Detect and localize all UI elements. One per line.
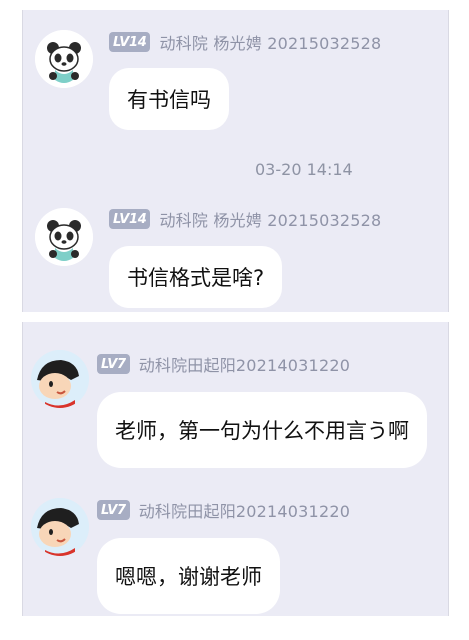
timestamp: 03-20 14:14 [255,160,353,179]
cartoon-boy-avatar[interactable] [31,498,89,556]
message-bubble[interactable]: 老师，第一句为什么不用言う啊 [97,392,427,468]
level-badge: LV14 [109,209,151,229]
panda-avatar[interactable] [35,30,93,88]
message-meta: LV7 动科院田起阳20214031220 [97,352,350,376]
message-bubble[interactable]: 书信格式是啥? [109,246,283,308]
sender-name: 动科院 杨光娉 20215032528 [159,34,382,53]
message-bubble[interactable]: 有书信吗 [109,68,229,130]
sender-name: 动科院田起阳20214031220 [138,356,351,375]
message-meta: LV14 动科院 杨光娉 20215032528 [109,207,381,231]
sender-name: 动科院 杨光娉 20215032528 [159,211,382,230]
level-badge: LV14 [109,32,151,52]
message-meta: LV7 动科院田起阳20214031220 [97,498,350,522]
panda-icon [35,30,93,88]
chat-panel-top: LV14 动科院 杨光娉 20215032528 有书信吗 03-20 14:1… [22,10,449,312]
message-bubble[interactable]: 嗯嗯，谢谢老师 [97,538,280,614]
sender-name: 动科院田起阳20214031220 [138,502,351,521]
message-meta: LV14 动科院 杨光娉 20215032528 [109,30,381,54]
level-badge: LV7 [97,500,130,520]
cartoon-boy-icon [31,498,89,556]
panda-avatar[interactable] [35,208,93,266]
cartoon-boy-icon [31,350,89,408]
level-badge: LV7 [97,354,130,374]
chat-panel-bottom: LV7 动科院田起阳20214031220 老师，第一句为什么不用言う啊 LV7… [22,322,449,616]
panda-icon [35,208,93,266]
cartoon-boy-avatar[interactable] [31,350,89,408]
